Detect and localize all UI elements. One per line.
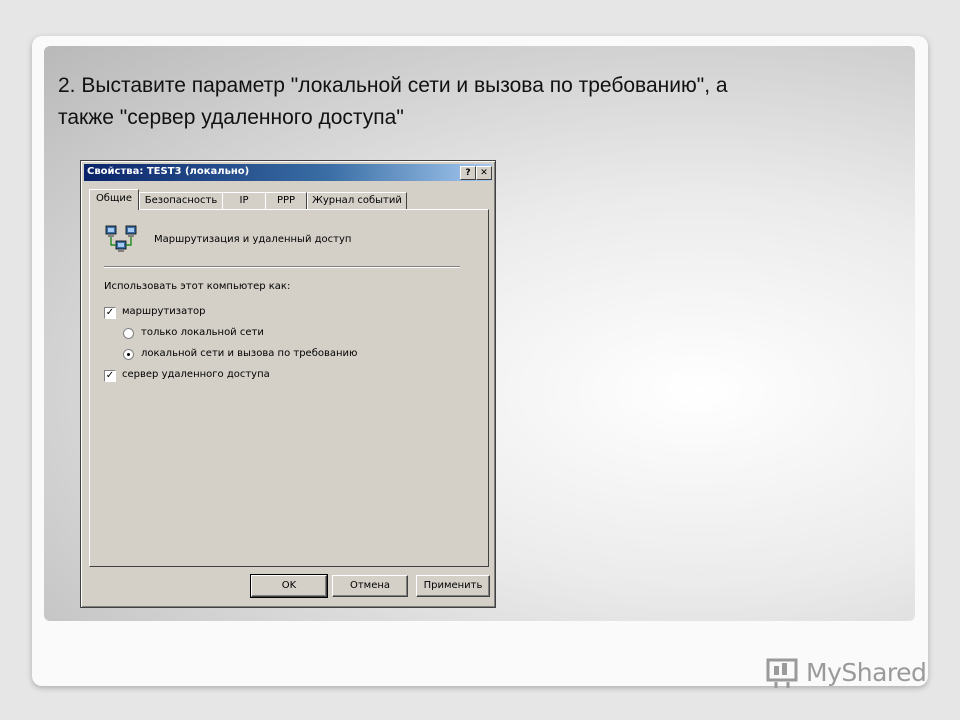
panel-heading: Маршрутизация и удаленный доступ [154,234,352,245]
ok-button[interactable]: OK [250,574,328,598]
dialog-titlebar[interactable]: Свойства: TEST3 (локально) ? ✕ [84,164,492,181]
radio-lan-dial-button[interactable] [123,349,134,360]
cancel-button[interactable]: Отмена [332,575,408,597]
logo-text: MyShared [806,658,927,687]
close-button[interactable]: ✕ [476,166,492,180]
router-checkbox-box[interactable]: ✓ [104,307,116,319]
close-icon: ✕ [480,168,488,178]
slide-title: 2. Выставите параметр "локальной сети и … [58,70,878,134]
use-as-label: Использовать этот компьютер как: [104,281,291,292]
router-checkbox-label: маршрутизатор [122,306,206,317]
radio-selected-dot [127,353,130,356]
separator [104,266,460,268]
network-computers-icon [105,225,137,252]
remote-access-checkbox-label: сервер удаленного доступа [122,369,270,380]
remote-access-checkbox-box[interactable]: ✓ [104,370,116,382]
radio-lan-only-button[interactable] [123,328,134,339]
tab-event-log-label: Журнал событий [312,195,402,206]
myshared-logo-icon [766,658,798,688]
slide-title-line-2: также "сервер удаленного доступа" [58,106,404,129]
slide-title-line-1: 2. Выставите параметр "локальной сети и … [58,74,728,97]
tab-event-log[interactable]: Журнал событий [307,192,407,209]
tab-general-label: Общие [95,193,133,204]
help-button[interactable]: ? [460,166,476,180]
help-icon: ? [465,168,471,178]
radio-lan-only-label: только локальной сети [141,327,264,338]
tab-ppp[interactable]: PPP [265,192,307,209]
tab-security[interactable]: Безопасность [139,192,223,209]
tab-ip[interactable]: IP [222,192,266,209]
tab-strip: Общие Безопасность IP PPP Журнал событий [89,189,489,210]
tab-ppp-label: PPP [276,195,296,206]
tab-security-label: Безопасность [144,195,218,206]
tab-ip-label: IP [239,195,249,206]
tab-panel-general: Маршрутизация и удаленный доступ Использ… [89,209,489,567]
radio-lan-dial-label: локальной сети и вызова по требованию [141,348,358,359]
tab-general[interactable]: Общие [89,189,139,210]
apply-button[interactable]: Применить [416,575,490,597]
properties-dialog: Свойства: TEST3 (локально) ? ✕ Общие Без… [80,160,496,608]
dialog-title: Свойства: TEST3 (локально) [87,166,250,177]
